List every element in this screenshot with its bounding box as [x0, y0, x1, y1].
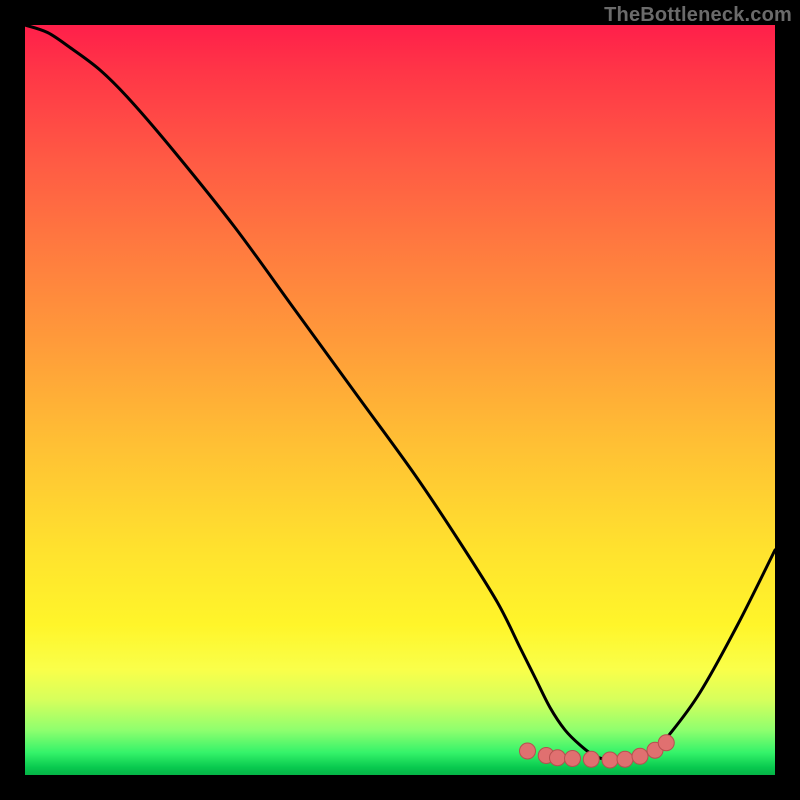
bottleneck-curve-line: [25, 25, 775, 760]
plot-area: [25, 25, 775, 775]
marker-dot: [565, 751, 581, 767]
marker-dot: [602, 752, 618, 768]
marker-dot: [583, 751, 599, 767]
optimal-range-markers: [520, 735, 675, 768]
chart-frame: TheBottleneck.com: [0, 0, 800, 800]
marker-dot: [617, 751, 633, 767]
marker-dot: [550, 750, 566, 766]
chart-svg: [25, 25, 775, 775]
marker-dot: [658, 735, 674, 751]
watermark-text: TheBottleneck.com: [604, 4, 792, 27]
marker-dot: [632, 748, 648, 764]
marker-dot: [520, 743, 536, 759]
